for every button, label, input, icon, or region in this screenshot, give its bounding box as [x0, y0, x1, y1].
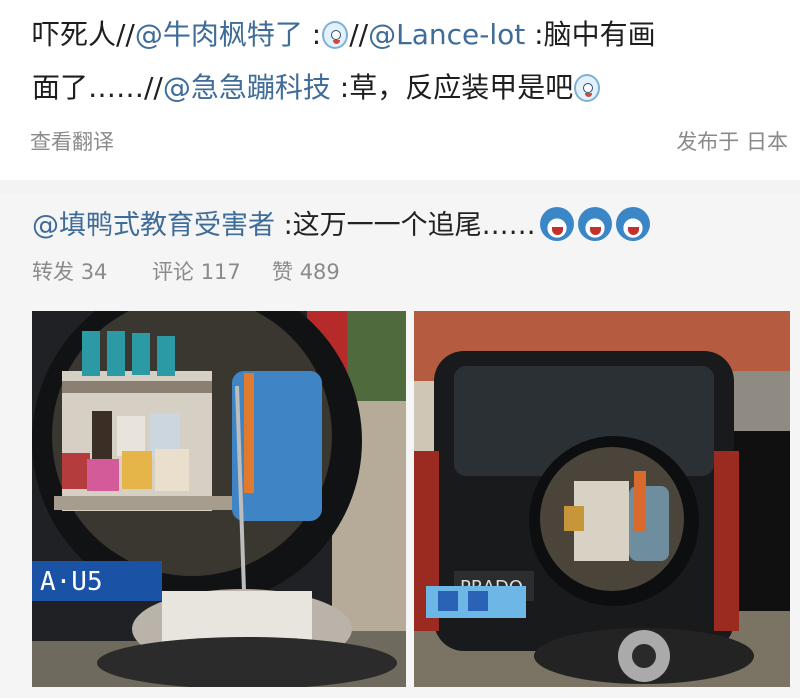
photo-left[interactable]: A·U5 — [32, 311, 406, 687]
repost-count[interactable]: 转发 34 — [32, 256, 107, 286]
dizzy-face-emoji-icon — [577, 207, 612, 241]
text-colon: : — [302, 18, 322, 51]
comment-number: 117 — [200, 260, 241, 284]
like-label: 赞 — [272, 260, 293, 284]
post-content: 吓死人//@牛肉枫特了 : //@Lance-lot :脑中有画 面了……//@急… — [0, 0, 800, 180]
text-prefix: 面了……// — [32, 71, 163, 104]
repost-author-link[interactable]: @填鸭式教育受害者 — [32, 210, 275, 241]
like-count[interactable]: 赞 489 — [272, 256, 340, 286]
post-text-line-2: 面了……//@急急蹦科技 :草，反应装甲是吧 — [32, 68, 601, 108]
mention-link[interactable]: @牛肉枫特了 — [135, 18, 303, 51]
like-number: 489 — [299, 260, 340, 284]
reposted-card[interactable]: @填鸭式教育受害者 :这万一一个追尾…… 转发 34 评论 117 赞 489 — [0, 194, 800, 698]
doge-face-emoji-icon — [322, 21, 349, 49]
comment-count[interactable]: 评论 117 — [152, 256, 241, 286]
repost-text: @填鸭式教育受害者 :这万一一个追尾…… — [32, 206, 650, 246]
post-text-line-1: 吓死人//@牛肉枫特了 : //@Lance-lot :脑中有画 — [32, 15, 656, 55]
published-location: 发布于 日本 — [676, 130, 788, 154]
text-quote: :草，反应装甲是吧 — [330, 71, 574, 104]
license-plate-text: A·U5 — [40, 567, 103, 597]
car-cabinet-photo-left: A·U5 — [32, 311, 406, 687]
translate-link[interactable]: 查看翻译 — [30, 126, 114, 156]
repost-number: 34 — [80, 260, 108, 284]
dizzy-face-emoji-icon — [539, 207, 574, 241]
dizzy-face-emoji-icon — [615, 207, 650, 241]
photo-right[interactable]: PRADO — [414, 311, 790, 687]
text-separator: // — [349, 18, 369, 51]
mention-link[interactable]: @急急蹦科技 — [163, 71, 331, 104]
text-prefix: 吓死人// — [32, 18, 135, 51]
divider — [0, 180, 800, 194]
text-quote: :脑中有画 — [525, 18, 656, 51]
doge-face-emoji-icon — [574, 74, 601, 102]
car-rear-photo-right: PRADO — [414, 311, 790, 687]
comment-label: 评论 — [152, 260, 194, 284]
repost-label: 转发 — [32, 260, 74, 284]
repost-body: :这万一一个追尾…… — [275, 210, 536, 241]
mention-link[interactable]: @Lance-lot — [368, 18, 525, 51]
